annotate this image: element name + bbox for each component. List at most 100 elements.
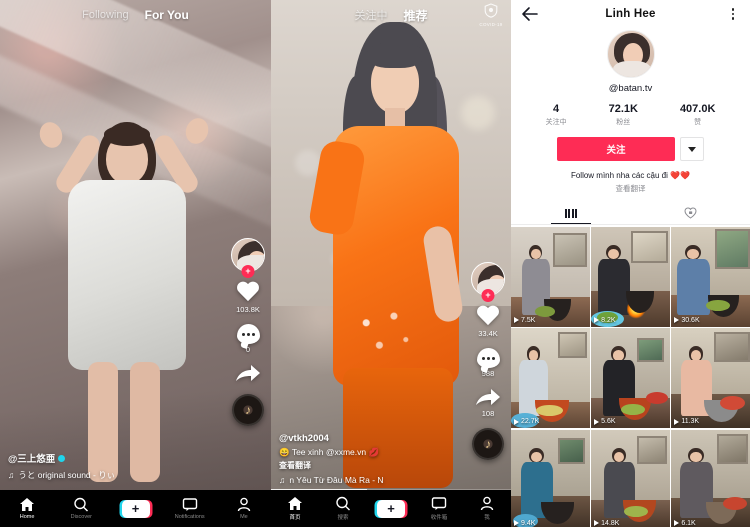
view-count: 8.2K xyxy=(594,317,616,324)
more-options-button[interactable] xyxy=(680,137,704,161)
video-thumbnail[interactable]: 14.8K xyxy=(591,429,670,527)
author-avatar-button[interactable]: + xyxy=(471,262,505,302)
music-label[interactable]: ♫ うと original sound - りぃ xyxy=(8,469,213,481)
like-button[interactable]: 33.4K xyxy=(476,306,500,338)
author-avatar-button[interactable]: + xyxy=(231,238,265,278)
share-button[interactable] xyxy=(235,364,261,384)
panel-profile: Linh Hee @batan.tv 4 关注中 72.1K 粉丝 407.0K… xyxy=(511,0,750,527)
comment-button[interactable]: 0 xyxy=(236,324,260,354)
play-icon xyxy=(674,317,680,324)
nav-create-cn[interactable]: + xyxy=(367,499,415,518)
create-icon[interactable]: + xyxy=(121,499,150,518)
profile-handle: @batan.tv xyxy=(608,83,653,94)
profile-header: Linh Hee xyxy=(511,0,750,28)
nav-home-cn[interactable]: 首页 xyxy=(271,496,319,521)
video-subject xyxy=(36,88,212,488)
bio-translate-link[interactable]: 查看翻译 xyxy=(511,183,750,194)
follow-button[interactable]: 关注 xyxy=(557,137,675,161)
bottom-navigation-cn: 首页 搜索 + 收件箱 我 xyxy=(271,490,511,527)
video-thumbnail[interactable]: 22.7K xyxy=(511,328,590,429)
home-icon xyxy=(288,497,302,510)
profile-avatar-wrap xyxy=(511,30,750,78)
video-thumbnail[interactable]: 8.2K xyxy=(591,226,670,327)
nav-home[interactable]: Home xyxy=(0,497,54,520)
create-icon[interactable]: + xyxy=(377,499,405,518)
covid-info-button[interactable]: COVID-19 xyxy=(479,3,503,27)
translate-link[interactable]: 查看翻译 xyxy=(279,460,453,471)
video-thumbnail[interactable]: 9.4K xyxy=(511,429,590,527)
avatar[interactable] xyxy=(606,30,655,78)
nav-notifications[interactable]: Notifications xyxy=(163,497,217,520)
tab-liked[interactable] xyxy=(631,202,750,224)
nav-label: Home xyxy=(19,514,35,520)
share-button[interactable]: 108 xyxy=(475,388,501,418)
username-text: @三上悠亜 xyxy=(8,454,56,465)
play-icon xyxy=(514,317,519,324)
video-thumbnail[interactable]: 6.1K xyxy=(671,429,750,527)
nav-me[interactable]: Me xyxy=(217,497,271,520)
video-thumbnail[interactable]: 5.6K xyxy=(591,328,670,429)
video-subject xyxy=(307,16,479,496)
nav-label: Me xyxy=(240,514,248,520)
action-rail: + 33.4K 988 108 ♪ xyxy=(471,262,505,460)
author-username[interactable]: @三上悠亜 xyxy=(8,451,213,465)
view-count: 5.6K xyxy=(594,418,616,425)
tab-recommend-cn[interactable]: 推荐 xyxy=(403,7,427,24)
tab-following[interactable]: Following xyxy=(82,9,128,21)
author-username[interactable]: @vtkh2004 xyxy=(279,433,453,444)
tab-for-you[interactable]: For You xyxy=(145,8,189,22)
bottom-navigation-en: Home Discover + Notifications Me xyxy=(0,490,271,527)
inbox-icon xyxy=(431,497,447,510)
music-disc-button[interactable]: ♪ xyxy=(232,394,264,426)
tab-videos-grid[interactable] xyxy=(511,202,631,224)
stat-likes[interactable]: 407.0K 赞 xyxy=(680,103,715,127)
nav-label: 首页 xyxy=(289,515,301,521)
video-thumbnail[interactable]: 7.5K xyxy=(511,226,590,327)
share-arrow-icon xyxy=(236,365,260,381)
stat-followers[interactable]: 72.1K 粉丝 xyxy=(609,103,638,127)
play-icon xyxy=(674,418,680,425)
home-icon xyxy=(20,498,35,511)
follow-plus-icon[interactable]: + xyxy=(241,265,255,278)
nav-label: Discover xyxy=(70,514,92,520)
video-caption: @vtkh2004 😄 Tee xinh @xxme.vn 💋 查看翻译 ♫ n… xyxy=(279,433,453,485)
like-count: 103.8K xyxy=(236,305,260,314)
music-note-icon: ♪ xyxy=(485,437,491,451)
nav-create[interactable]: + xyxy=(108,499,162,518)
video-grid: 7.5K 8.2K 30.6K 22.7K 5.6K 11.3K 9.4K 14… xyxy=(511,226,750,527)
nav-discover[interactable]: Discover xyxy=(54,497,108,520)
nav-search-cn[interactable]: 搜索 xyxy=(319,496,367,521)
comment-bubble-icon xyxy=(236,324,260,344)
video-thumbnail[interactable]: 11.3K xyxy=(671,328,750,429)
play-icon xyxy=(594,317,600,324)
video-caption: @三上悠亜 ♫ うと original sound - りぃ xyxy=(8,451,213,481)
emoji-icon: 😄 xyxy=(279,447,290,457)
stat-value: 72.1K xyxy=(608,103,638,115)
play-icon xyxy=(594,418,600,425)
stat-following[interactable]: 4 关注中 xyxy=(546,103,567,127)
covid-label: COVID-19 xyxy=(479,22,503,27)
music-note-icon: ♫ xyxy=(8,470,15,480)
play-icon xyxy=(514,520,519,527)
music-disc-button[interactable]: ♪ xyxy=(472,428,504,460)
caption-text: 😄 Tee xinh @xxme.vn 💋 xyxy=(279,447,453,458)
back-arrow-icon[interactable] xyxy=(521,6,539,22)
video-thumbnail[interactable]: 30.6K xyxy=(671,226,750,327)
feed-tab-bar: 关注中 推荐 xyxy=(271,0,511,30)
comment-button[interactable]: 988 xyxy=(476,348,500,378)
profile-stats: 4 关注中 72.1K 粉丝 407.0K 赞 xyxy=(511,103,750,127)
music-title: n Yêu Từ Đâu Mà Ra - N xyxy=(289,475,384,485)
profile-tab-bar xyxy=(511,202,750,226)
search-icon xyxy=(336,496,350,511)
nav-inbox-cn[interactable]: 收件箱 xyxy=(415,496,463,521)
like-button[interactable]: 103.8K xyxy=(236,282,260,314)
nav-me-cn[interactable]: 我 xyxy=(463,496,511,521)
follow-plus-icon[interactable]: + xyxy=(481,289,495,302)
profile-icon xyxy=(480,496,494,511)
music-title: うと original sound - りぃ xyxy=(18,470,116,480)
panel-tiktok-en-feed: Following For You + 103.8K 0 ♪ @三上悠亜 ♫ う… xyxy=(0,0,271,527)
more-vertical-icon[interactable] xyxy=(726,5,740,23)
search-icon xyxy=(74,497,89,512)
music-label[interactable]: ♫ n Yêu Từ Đâu Mà Ra - N xyxy=(279,475,453,485)
tab-following-cn[interactable]: 关注中 xyxy=(354,7,387,23)
